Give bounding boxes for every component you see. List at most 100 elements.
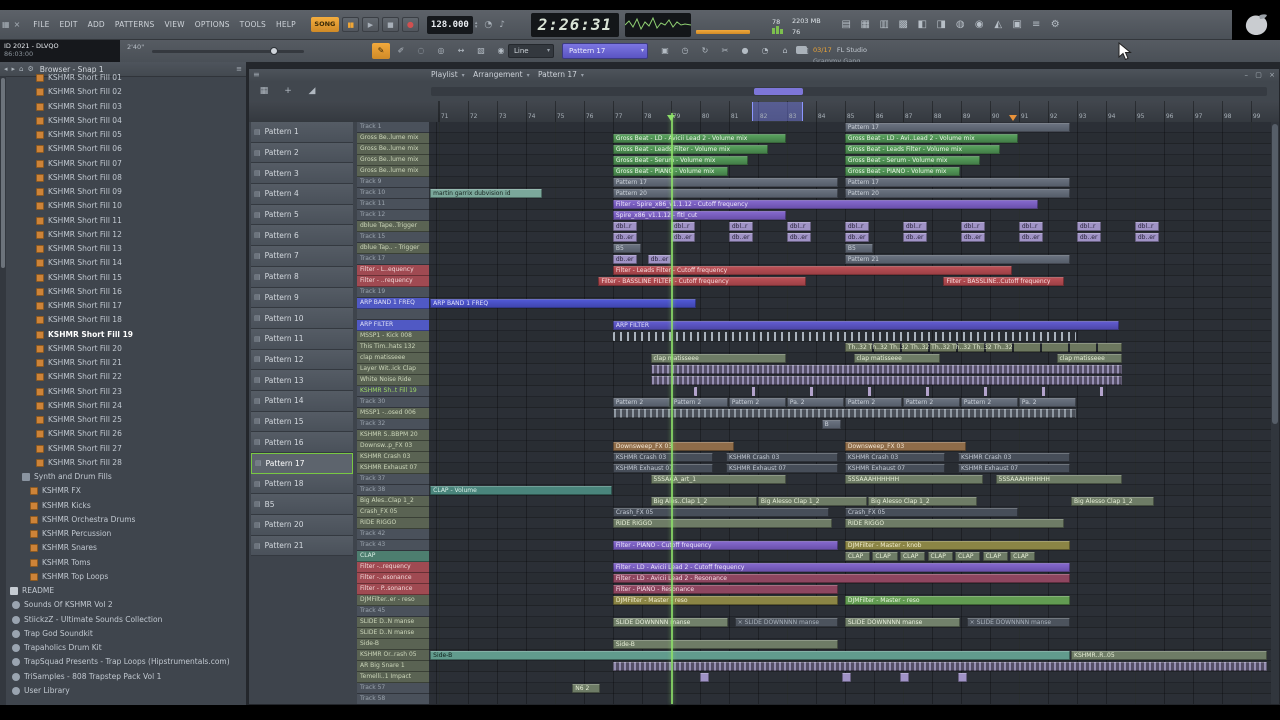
main-menu-icon[interactable]: ≡ xyxy=(1027,15,1046,35)
select-tool-icon[interactable]: ▧ xyxy=(472,43,490,59)
browser-item[interactable]: KSHMR Short Fill 03 xyxy=(6,100,246,114)
playlist-lane[interactable] xyxy=(429,661,1273,672)
browser-item[interactable]: Trap God Soundkit xyxy=(6,627,246,641)
browser-item[interactable]: KSHMR Short Fill 19 xyxy=(6,328,246,342)
playlist-clip[interactable] xyxy=(650,365,1123,374)
track-name[interactable]: Gross Be..lume mix xyxy=(357,166,429,177)
save-icon[interactable]: ▣ xyxy=(656,43,674,59)
track-name[interactable]: Track 30 xyxy=(357,397,429,408)
home-icon[interactable]: ⌂ xyxy=(776,43,794,59)
track-name[interactable]: Filter - L..equency xyxy=(357,265,429,276)
playlist-clip[interactable]: B5 xyxy=(844,244,873,253)
playlist-lane[interactable]: Side-B KSHMR..R..05 xyxy=(429,650,1273,661)
track-name[interactable]: MSSP1 - Kick 008 xyxy=(357,331,429,342)
playlist-clip[interactable]: Pattern 2 xyxy=(960,398,1018,407)
clip-source-icon[interactable]: ▦ xyxy=(255,84,273,98)
playlist-clip[interactable]: SLIDE DOWNNNN manse xyxy=(844,618,960,627)
track-name[interactable]: clap matisseee xyxy=(357,353,429,364)
playlist-clip[interactable]: Pattern 2 xyxy=(612,398,670,407)
playlist-clip[interactable]: Filter - BASSLINE FILTER - Cutoff freque… xyxy=(598,277,807,286)
track-name[interactable]: Gross Be..lume mix xyxy=(357,133,429,144)
playlist-clip[interactable]: CLAP xyxy=(844,552,870,561)
track-name[interactable]: White Noise Ride xyxy=(357,375,429,386)
playlist-clip[interactable]: Crash_FX 05 xyxy=(844,508,1018,517)
playlist-clip[interactable]: dbl..r xyxy=(786,222,811,231)
settings-icon[interactable]: ⚙ xyxy=(1046,15,1065,35)
menu-tools[interactable]: TOOLS xyxy=(235,10,271,40)
playlist-clip[interactable]: B5 xyxy=(612,244,641,253)
playlist-clip[interactable]: db..er xyxy=(1018,233,1043,242)
playlist-clip[interactable]: Pattern 17 xyxy=(844,123,1071,132)
chat-icon[interactable] xyxy=(796,46,807,54)
menu-options[interactable]: OPTIONS xyxy=(190,10,235,40)
playlist-clip[interactable]: B xyxy=(821,420,841,429)
track-name[interactable]: KSHMR Sh..t Fill 19 xyxy=(357,386,429,397)
playlist-lane[interactable] xyxy=(429,430,1273,441)
playlist-lane[interactable]: ARP FILTER xyxy=(429,320,1273,331)
record-audio-icon[interactable]: ● xyxy=(736,43,754,59)
playlist-clip[interactable]: martin garrix dubvision id xyxy=(430,189,543,198)
track-name[interactable]: Temelli..1 Impact xyxy=(357,672,429,683)
browser-item[interactable]: KSHMR Short Fill 08 xyxy=(6,171,246,185)
touch-mode-icon[interactable]: ◉ xyxy=(970,15,989,35)
playlist-clip[interactable]: Big Alesso Clap 1_2 xyxy=(757,497,868,506)
playlist-clip[interactable]: × SLIDE DOWNNNN manse xyxy=(966,618,1071,627)
track-name[interactable]: MSSP1 -..osed 006 xyxy=(357,408,429,419)
browser-item[interactable]: KSHMR Short Fill 20 xyxy=(6,342,246,356)
menu-help[interactable]: HELP xyxy=(271,10,301,40)
playlist-lane[interactable]: Filter - PIANO - Resonance xyxy=(429,584,1273,595)
playlist-lane[interactable]: KSHMR Crash 03 KSHMR Crash 03 KSHMR Crash … xyxy=(429,452,1273,463)
playlist-clip[interactable]: Pattern 2 xyxy=(902,398,960,407)
browser-item[interactable]: KSHMR Short Fill 21 xyxy=(6,356,246,370)
browser-item[interactable]: KSHMR Short Fill 06 xyxy=(6,142,246,156)
orange-marker-icon[interactable] xyxy=(1009,115,1018,121)
track-name[interactable]: ARP BAND 1 FREQ xyxy=(357,298,429,309)
track-name[interactable]: ARP FILTER xyxy=(357,320,429,331)
track-name[interactable]: Track 11 xyxy=(357,199,429,210)
playlist-lane[interactable]: Filter - LD - Avicii Lead 2 - Resonance xyxy=(429,573,1273,584)
pattern-item[interactable]: ▤ Pattern 7 xyxy=(251,246,353,267)
browser-item[interactable]: KSHMR Short Fill 24 xyxy=(6,399,246,413)
playlist-lane[interactable]: Downsweep_FX 03 Downsweep_FX 03 xyxy=(429,441,1273,452)
playlist-clip[interactable]: Pattern 21 xyxy=(844,255,1071,264)
playlist-clip[interactable]: Filter - PIANO - Cutoff frequency xyxy=(612,541,839,550)
tempo-tap-icon[interactable]: ◍ xyxy=(951,15,970,35)
playlist-clip[interactable]: KSHMR Crash 03 xyxy=(844,453,946,462)
playlist-clip[interactable]: Gross Beat - LD - Avicii Lead 2 - Volume… xyxy=(612,134,786,143)
playlist-clip[interactable]: dbl..r xyxy=(960,222,985,231)
playlist-clip[interactable]: Pattern 20 xyxy=(612,189,839,198)
playlist-clip[interactable]: CLAP xyxy=(899,552,926,561)
mute-tool-icon[interactable]: ◎ xyxy=(432,43,450,59)
playlist-clip[interactable]: Th..32 Th..32 Th..32 Th..32 Th..32 Th..3… xyxy=(844,343,1123,352)
browser-item[interactable]: TriSamples - 808 Trapstep Pack Vol 1 xyxy=(6,670,246,684)
pattern-item[interactable]: ▤ B5 xyxy=(251,494,353,516)
playlist-clip[interactable] xyxy=(899,673,910,682)
browser-item[interactable]: KSHMR Short Fill 07 xyxy=(6,157,246,171)
browser-item[interactable]: Sounds Of KSHMR Vol 2 xyxy=(6,598,246,612)
playlist-clip[interactable] xyxy=(612,409,1076,418)
playlist-lane[interactable]: Big Ales..Clap 1_2 Big Alesso Clap 1_2 Big… xyxy=(429,496,1273,507)
pattern-item[interactable]: ▤ Pattern 1 xyxy=(251,122,353,143)
playlist-clip[interactable]: Gross Beat - Serum - Volume mix xyxy=(844,156,981,165)
playlist-lane[interactable] xyxy=(429,375,1273,386)
playlist-clip[interactable]: db..er xyxy=(647,255,672,264)
pattern-item[interactable]: ▤ Pattern 2 xyxy=(251,142,353,164)
playlist-lane[interactable] xyxy=(429,606,1273,617)
pattern-item[interactable]: ▤ Pattern 9 xyxy=(251,287,353,309)
tempo-spinner[interactable]: ▴ ▾ xyxy=(475,20,478,29)
pattern-item[interactable]: ▤ Pattern 6 xyxy=(251,225,353,247)
playlist-clip[interactable]: Filter - BASSLINE..Cutoff frequency xyxy=(943,277,1065,286)
playlist-lane[interactable]: Filter - Spire_x86_v1.1.12 - Cutoff freq… xyxy=(429,199,1273,210)
close-icon[interactable]: × xyxy=(1269,71,1275,79)
playlist-lane[interactable] xyxy=(429,672,1273,683)
playlist-clip[interactable]: db..er xyxy=(1134,233,1159,242)
browser-item[interactable]: KSHMR Short Fill 01 xyxy=(6,71,246,85)
track-name[interactable]: Filter - P..sonance xyxy=(357,584,429,595)
undo-icon[interactable]: ↻ xyxy=(696,43,714,59)
playlist-lane[interactable]: B xyxy=(429,419,1273,430)
playlist-clip[interactable]: dbl..r xyxy=(1134,222,1159,231)
track-name[interactable]: Track 17 xyxy=(357,254,429,265)
track-name[interactable]: KSHMR S..BBPM 20 xyxy=(357,430,429,441)
playlist-clip[interactable]: DJMFilter - Master - knob xyxy=(844,541,1071,550)
track-name[interactable]: Gross Be..lume mix xyxy=(357,144,429,155)
